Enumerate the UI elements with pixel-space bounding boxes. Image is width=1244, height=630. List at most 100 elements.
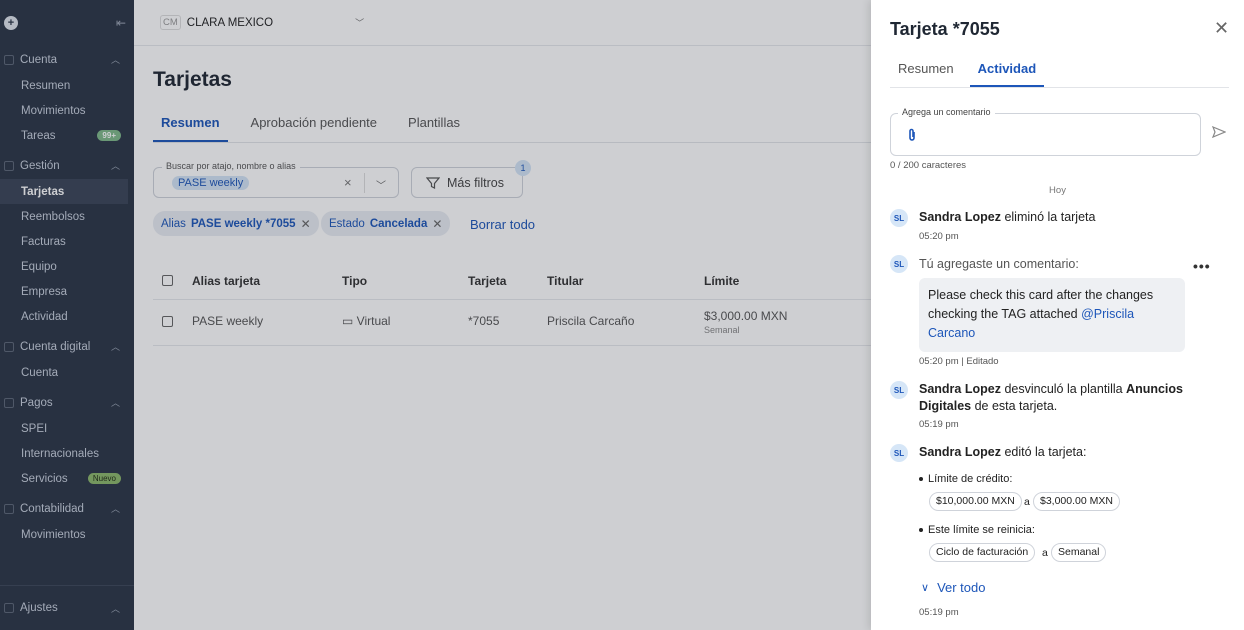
tab-actividad[interactable]: Actividad [969,59,1045,87]
sidebar-item-actividad[interactable]: Actividad [0,304,134,329]
chevron-up-icon: ︿ [110,398,120,408]
page-title: Tarjetas [153,68,232,91]
chevron-down-icon: ﹀ [355,18,365,28]
sidebar-group-cuenta-digital[interactable]: Cuenta digital ︿ [0,333,134,360]
comment-bubble: Please check this card after the changes… [919,278,1185,352]
new-value-pill: $3,000.00 MXN [1033,492,1120,511]
cell-tipo: ▭ Virtual [342,314,390,328]
day-separator: Hoy [1049,185,1066,196]
panel-tabs: Resumen Actividad [890,59,1229,88]
column-header-alias[interactable]: Alias tarjeta [192,274,260,288]
column-header-limite[interactable]: Límite [704,274,739,288]
collapse-sidebar-icon[interactable]: ⇤ [116,16,126,30]
sidebar-item-movimientos[interactable]: Movimientos [0,98,134,123]
tab-plantillas[interactable]: Plantillas [400,113,468,142]
wallet-icon [4,341,14,352]
change-connector: a [1024,496,1030,508]
sidebar-group-contabilidad[interactable]: Contabilidad ︿ [0,495,134,522]
sidebar-group-label: Cuenta [20,53,58,66]
clear-search-icon[interactable]: × [344,175,352,190]
sidebar-item-label: Movimientos [21,528,86,541]
sidebar-group-cuenta[interactable]: Cuenta ︿ [0,46,134,73]
more-filters-label: Más filtros [447,175,504,190]
remove-filter-icon[interactable]: ✕ [432,217,442,231]
close-icon[interactable]: ✕ [1214,18,1229,39]
card-detail-panel: Tarjeta *7055 ✕ Resumen Actividad Agrega… [871,0,1244,630]
cell-alias: PASE weekly [192,314,264,328]
chevron-up-icon: ︿ [110,342,120,352]
chevron-down-icon: ∨ [921,582,930,594]
main-tabs: Resumen Aprobación pendiente Plantillas [153,113,871,143]
avatar: SL [890,255,908,273]
sidebar-item-tareas[interactable]: Tareas 99+ [0,123,134,148]
cell-tipo-label: Virtual [356,314,391,328]
change-label: Este límite se reinicia: [919,524,1035,536]
chevron-down-icon[interactable]: ﹀ [376,177,386,192]
sidebar-group-ajustes[interactable]: Ajustes ︿ [0,595,134,622]
plus-circle-icon[interactable]: + [4,16,18,30]
activity-action: eliminó la tarjeta [1000,210,1096,224]
sidebar-group-label: Pagos [20,396,53,409]
avatar: SL [890,381,908,399]
sidebar-item-reembolsos[interactable]: Reembolsos [0,204,134,229]
row-checkbox[interactable] [162,316,173,327]
activity-time: 05:19 pm [919,419,959,430]
sidebar-group-label: Contabilidad [20,502,84,515]
tab-resumen[interactable]: Resumen [890,59,962,87]
clear-all-filters-link[interactable]: Borrar todo [470,217,535,232]
tab-resumen[interactable]: Resumen [153,113,228,142]
more-filters-button[interactable]: Más filtros 1 [411,160,531,198]
sidebar-group-label: Ajustes [20,602,58,614]
sidebar-item-label: Tareas [21,129,56,142]
activity-time: 05:20 pm [919,231,959,242]
search-input[interactable]: Buscar por atajo, nombre o alias PASE we… [153,161,399,198]
activity-action: editó la tarjeta: [1000,445,1087,459]
sidebar-item-cuenta[interactable]: Cuenta [0,360,134,385]
sidebar-item-movimientos-contabilidad[interactable]: Movimientos [0,522,134,547]
more-options-icon[interactable]: ••• [1193,258,1211,274]
sidebar-item-empresa[interactable]: Empresa [0,279,134,304]
change-connector: a [1042,547,1048,559]
sidebar-group-pagos[interactable]: Pagos ︿ [0,389,134,416]
sidebar-item-label: Actividad [21,310,68,323]
filter-icon [426,176,440,189]
cell-limite: $3,000.00 MXN Semanal [704,309,787,335]
sidebar-group-label: Cuenta digital [20,340,91,353]
sidebar-group-gestion[interactable]: Gestión ︿ [0,152,134,179]
see-all-button[interactable]: ∨ Ver todo [921,580,986,595]
sidebar-item-servicios[interactable]: Servicios Nuevo [0,466,134,491]
cell-tarjeta: *7055 [468,314,500,328]
sidebar-item-tarjetas[interactable]: Tarjetas [0,179,128,204]
filter-chip-alias: Alias PASE weekly *7055 ✕ [153,211,319,236]
activity-actor: Sandra Lopez [919,445,1001,459]
table-row[interactable]: PASE weekly ▭ Virtual *7055 Priscila Car… [153,300,871,346]
filter-value: Cancelada [369,217,428,230]
select-all-checkbox[interactable] [162,275,173,286]
old-value-pill: Ciclo de facturación [929,543,1036,562]
comment-input[interactable]: Agrega un comentario [890,107,1201,156]
avatar: SL [890,209,908,227]
filter-key: Alias [161,217,186,230]
company-name: CLARA MEXICO [186,16,274,29]
sidebar-item-facturas[interactable]: Facturas [0,229,134,254]
tab-aprobacion-pendiente[interactable]: Aprobación pendiente [243,113,386,142]
sidebar-item-equipo[interactable]: Equipo [0,254,134,279]
column-header-titular[interactable]: Titular [547,274,583,288]
sidebar-item-internacionales[interactable]: Internacionales [0,441,134,466]
sidebar-item-label: Servicios [21,472,68,485]
attachment-icon[interactable] [907,128,917,142]
column-header-tarjeta[interactable]: Tarjeta [468,274,506,288]
chevron-up-icon: ︿ [110,55,120,65]
column-header-tipo[interactable]: Tipo [342,274,367,288]
search-chip[interactable]: PASE weekly [172,176,250,190]
old-value-pill: $10,000.00 MXN [929,492,1022,511]
remove-filter-icon[interactable]: ✕ [301,217,311,231]
activity-actor: Sandra Lopez [919,382,1001,396]
cell-titular: Priscila Carcaño [547,314,635,328]
activity-time: 05:20 pm | Editado [919,356,999,367]
sidebar-item-resumen[interactable]: Resumen [0,73,134,98]
sidebar-item-spei[interactable]: SPEI [0,416,134,441]
company-selector[interactable]: CM CLARA MEXICO ﹀ [134,0,871,46]
sidebar-item-label: Equipo [21,260,57,273]
send-icon[interactable] [1212,126,1226,138]
